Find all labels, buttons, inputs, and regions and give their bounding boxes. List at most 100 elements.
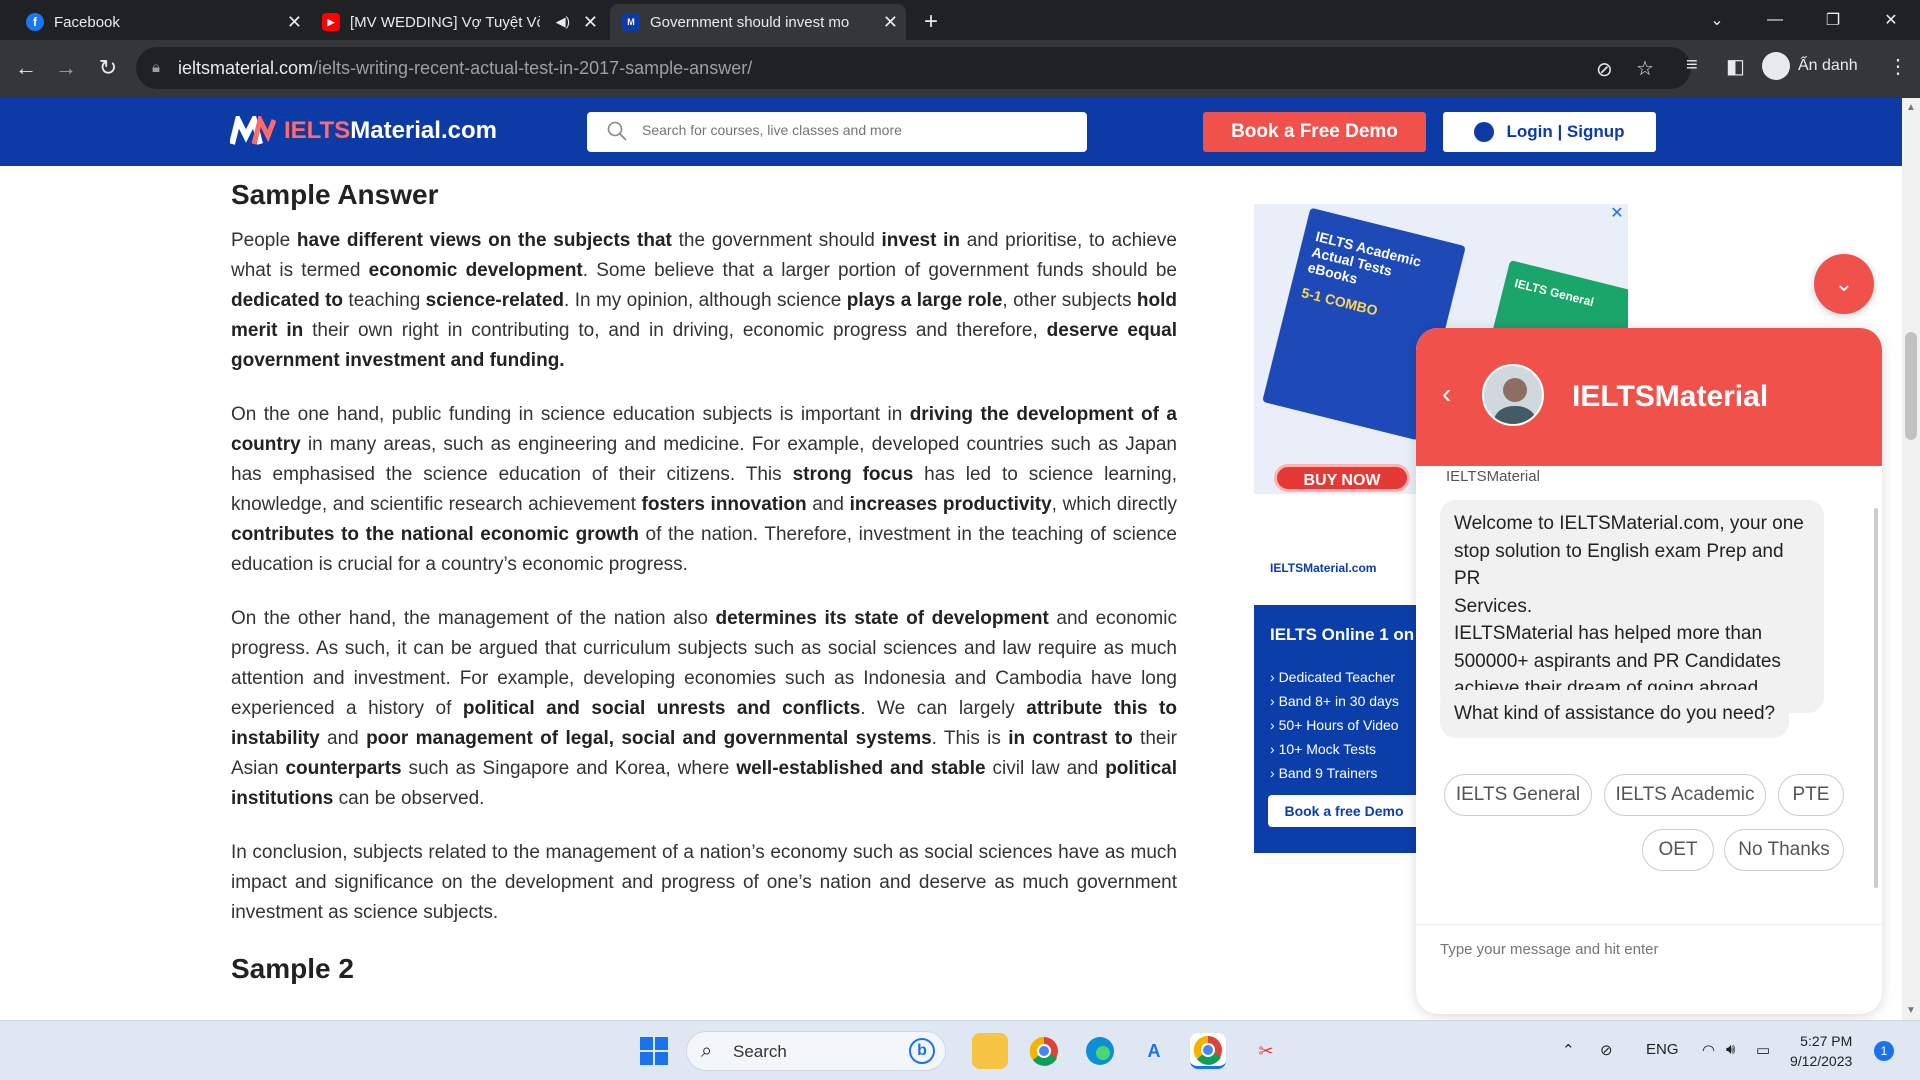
- close-tab-icon[interactable]: ✕: [287, 12, 302, 33]
- chat-minimize-button[interactable]: ⌄: [1814, 254, 1874, 314]
- chat-question-message: What kind of assistance do you need?: [1440, 690, 1790, 738]
- message-line: IELTSMaterial has helped more than: [1454, 623, 1763, 644]
- option-pte[interactable]: PTE: [1778, 774, 1844, 816]
- browser-toolbar: ← → ↻ 🔒︎ ieltsmaterial.com/ielts-writing…: [0, 40, 1920, 98]
- bold-phrase: increases productivity: [849, 494, 1052, 515]
- book-demo-button[interactable]: Book a Free Demo: [1203, 112, 1426, 152]
- reload-icon[interactable]: ↻: [90, 50, 126, 86]
- online-class-ad[interactable]: IELTSMaterial.com IELTS Online 1 on 1 De…: [1254, 545, 1434, 853]
- close-window-icon[interactable]: ✕: [1868, 0, 1914, 40]
- ad-book2-title: IELTS General: [1513, 276, 1596, 310]
- notification-badge[interactable]: 1: [1874, 1041, 1894, 1061]
- user-icon: [1474, 122, 1495, 142]
- clock-date: 9/12/2023: [1790, 1053, 1853, 1069]
- bold-phrase: deserve equal government investment and …: [231, 320, 1178, 371]
- site-search-input[interactable]: [642, 122, 1062, 138]
- back-icon[interactable]: ←: [8, 50, 44, 86]
- url-text: ieltsmaterial.com/ielts-writing-recent-a…: [178, 58, 752, 79]
- logo-prefix: IELTS: [284, 117, 351, 144]
- tab-facebook[interactable]: f Facebook ✕: [14, 4, 310, 40]
- bold-phrase: counterparts: [285, 758, 402, 779]
- chrome-icon[interactable]: [1026, 1033, 1062, 1069]
- logo-suffix: Material.com: [350, 117, 497, 144]
- forward-icon[interactable]: →: [48, 50, 84, 86]
- chevron-down-icon: ⌄: [1834, 271, 1854, 296]
- taskbar-clock[interactable]: 5:27 PM 9/12/2023: [1790, 1031, 1852, 1071]
- network-off-icon[interactable]: ⊘: [1600, 1041, 1613, 1059]
- bold-phrase: driving the development of a country: [231, 404, 1177, 455]
- site-search: [587, 112, 1087, 152]
- scroll-up-icon[interactable]: ▲: [1906, 102, 1916, 113]
- tab-government[interactable]: M Government should invest more ✕: [610, 4, 906, 40]
- option-ielts-academic[interactable]: IELTS Academic: [1604, 774, 1766, 816]
- login-signup-button[interactable]: Login | Signup: [1443, 112, 1656, 152]
- ad-close-icon[interactable]: ✕: [1608, 206, 1626, 224]
- chevron-left-icon[interactable]: ‹: [1442, 378, 1451, 410]
- snipping-tool-icon[interactable]: ✂: [1248, 1033, 1284, 1069]
- start-button[interactable]: [640, 1037, 668, 1065]
- wifi-icon[interactable]: ◠: [1702, 1041, 1715, 1059]
- ad2-feature: Band 8+ in 30 days: [1270, 689, 1399, 713]
- minimize-icon[interactable]: —: [1752, 0, 1798, 40]
- bold-phrase: hold merit in: [231, 290, 1178, 341]
- chat-input-area: [1416, 924, 1882, 1014]
- sample-2-heading: Sample 2: [231, 953, 354, 984]
- chat-message-input[interactable]: [1440, 941, 1860, 958]
- tab-youtube[interactable]: ▶ [MV WEDDING] Vợ Tuyệt Vời ◀) ✕: [310, 4, 606, 40]
- chevron-up-icon[interactable]: ⌃: [1562, 1041, 1575, 1059]
- bold-phrase: strong focus: [792, 464, 914, 485]
- address-bar[interactable]: 🔒︎ ieltsmaterial.com/ielts-writing-recen…: [136, 47, 1691, 89]
- chat-scrollbar[interactable]: [1874, 508, 1878, 888]
- tab-search-icon[interactable]: ⌄: [1694, 0, 1740, 40]
- site-logo[interactable]: IELTS Material.com: [230, 116, 497, 146]
- login-label: Login | Signup: [1506, 122, 1625, 141]
- buy-now-button[interactable]: BUY NOW: [1274, 464, 1410, 492]
- tab-title: Government should invest more: [650, 13, 850, 31]
- bold-phrase: science-related: [425, 290, 565, 311]
- scrollbar-thumb[interactable]: [1905, 332, 1917, 440]
- facebook-icon: f: [26, 13, 44, 31]
- search-icon: [607, 121, 627, 141]
- tab-strip: f Facebook ✕ ▶ [MV WEDDING] Vợ Tuyệt Vời…: [0, 0, 1920, 40]
- ad2-demo-button[interactable]: Book a free Demo: [1268, 795, 1420, 827]
- article-paragraph: People have different views on the subje…: [231, 230, 1178, 371]
- taskbar: ⌕ Search b A ✂ ⌃ ⊘ ENG ◠ 🔊︎ ▭ 5:27 PM 9/…: [0, 1020, 1920, 1080]
- eye-slash-icon[interactable]: ⊘: [1596, 57, 1613, 82]
- taskbar-search[interactable]: ⌕ Search b: [686, 1031, 946, 1071]
- article-content: Sample Answer People have different view…: [231, 166, 1177, 1000]
- option-no-thanks[interactable]: No Thanks: [1724, 829, 1844, 871]
- edge-icon[interactable]: [1082, 1033, 1118, 1069]
- bold-phrase: economic development: [368, 260, 583, 281]
- file-explorer-icon[interactable]: [972, 1033, 1008, 1069]
- incognito-profile[interactable]: Ẩn danh: [1762, 52, 1858, 80]
- close-tab-icon[interactable]: ✕: [583, 12, 598, 33]
- bing-icon[interactable]: b: [909, 1038, 935, 1064]
- ad2-feature: 50+ Hours of Video: [1270, 713, 1399, 737]
- bold-phrase: well-established and stable: [736, 758, 986, 779]
- tab-title: Facebook: [54, 13, 120, 31]
- option-ielts-general[interactable]: IELTS General: [1444, 774, 1592, 816]
- agent-avatar: [1482, 364, 1544, 426]
- restore-icon[interactable]: ❐: [1810, 0, 1856, 40]
- new-tab-button[interactable]: +: [912, 4, 952, 40]
- option-oet[interactable]: OET: [1642, 829, 1714, 871]
- bold-phrase: poor management of legal, social and gov…: [366, 728, 932, 749]
- site-header: IELTSMaterial.com Book a Free Demo Login…: [0, 98, 1902, 166]
- side-panel-icon[interactable]: ◧: [1726, 54, 1745, 79]
- chat-welcome-message: Welcome to IELTSMaterial.com, your one s…: [1440, 500, 1824, 713]
- ad2-feature: Dedicated Teacher: [1270, 665, 1399, 689]
- star-icon[interactable]: ☆: [1636, 56, 1654, 81]
- menu-icon[interactable]: ⋮: [1888, 54, 1908, 79]
- chat-title: IELTSMaterial: [1572, 380, 1769, 413]
- scroll-down-icon[interactable]: ▼: [1906, 1005, 1916, 1016]
- page-scrollbar[interactable]: ▲ ▼: [1902, 98, 1920, 1020]
- volume-icon[interactable]: 🔊︎: [1726, 1041, 1735, 1058]
- language-indicator[interactable]: ENG: [1646, 1041, 1679, 1058]
- close-tab-icon[interactable]: ✕: [883, 12, 898, 33]
- store-icon[interactable]: A: [1136, 1033, 1172, 1069]
- audio-icon[interactable]: ◀): [556, 14, 570, 30]
- battery-icon[interactable]: ▭: [1756, 1041, 1770, 1059]
- ad2-feature: Band 9 Trainers: [1270, 761, 1399, 785]
- media-icon[interactable]: ≡: [1686, 54, 1698, 77]
- chrome-active-icon[interactable]: [1190, 1033, 1226, 1069]
